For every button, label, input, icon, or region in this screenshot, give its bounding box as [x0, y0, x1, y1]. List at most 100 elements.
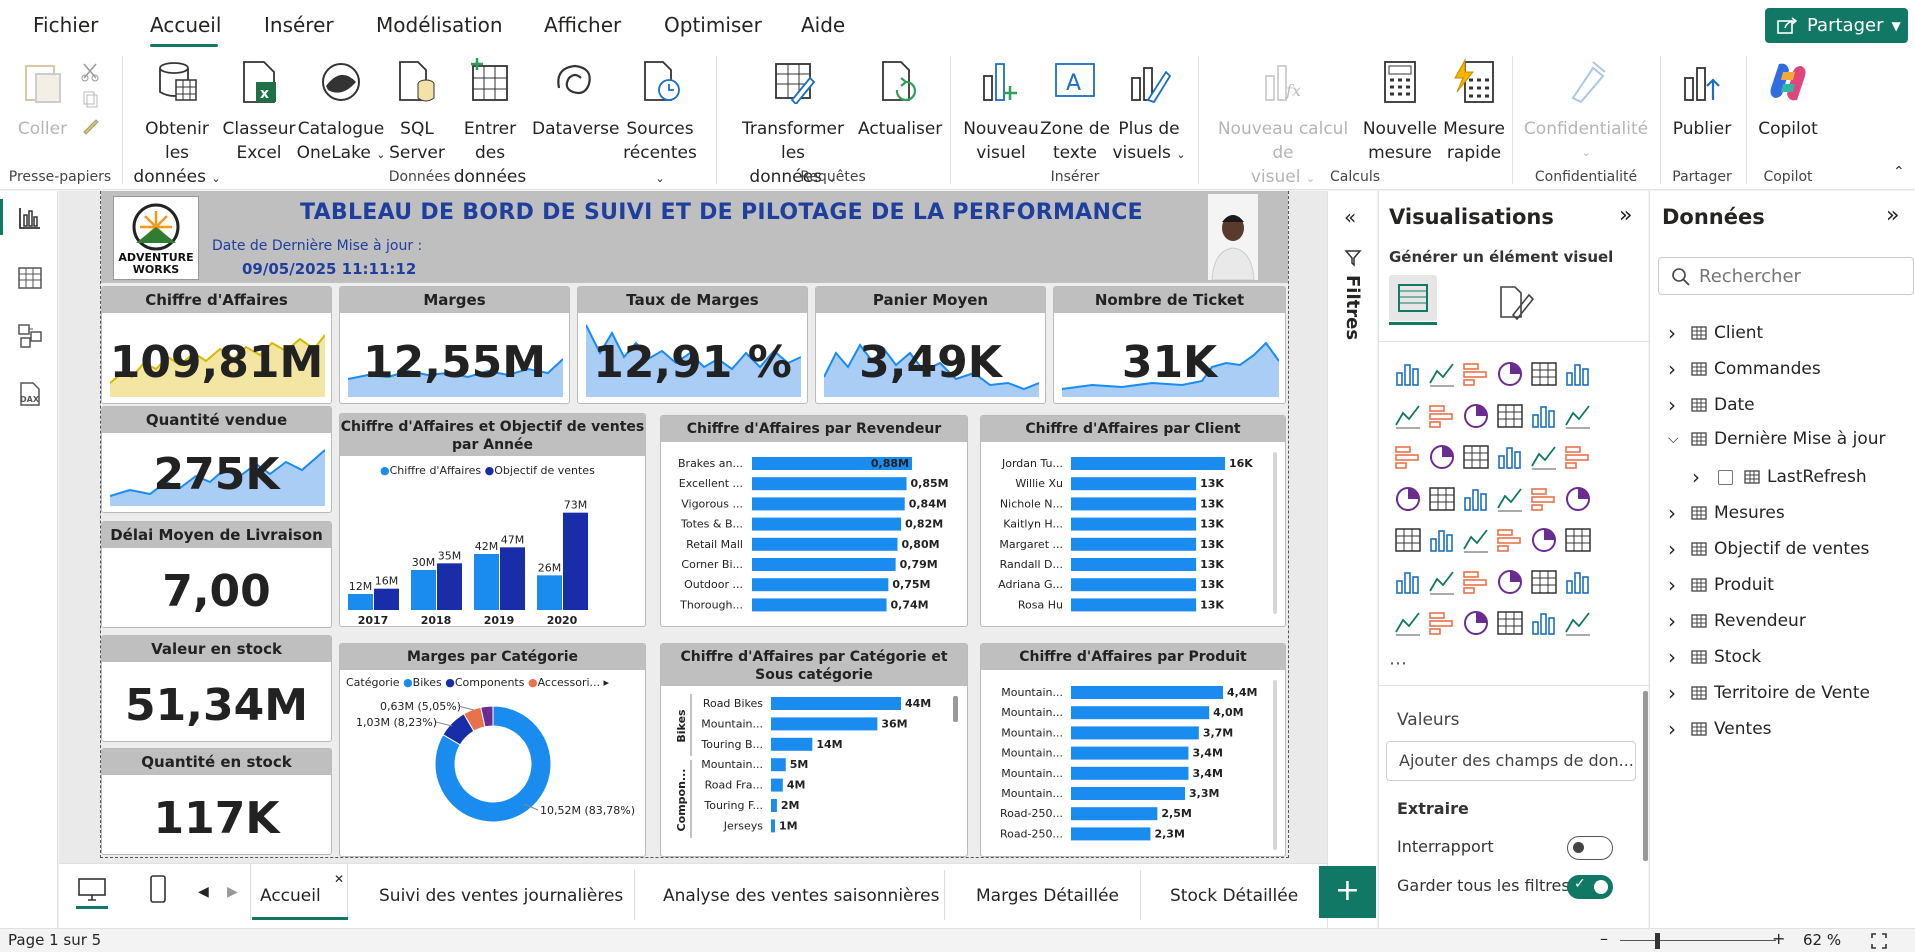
visual-type-icon[interactable]: [1427, 442, 1457, 472]
bar[interactable]: [752, 598, 887, 612]
viz-scrollbar[interactable]: [1643, 691, 1648, 861]
chevron-right-icon[interactable]: ›: [1668, 321, 1684, 345]
visual-type-icon[interactable]: [1529, 608, 1559, 638]
visual-type-icon[interactable]: [1461, 401, 1491, 431]
bar[interactable]: [752, 517, 902, 531]
paste-button[interactable]: Coller: [15, 58, 70, 141]
bar[interactable]: [771, 717, 878, 731]
bar[interactable]: [500, 547, 525, 610]
chart-scrollbar[interactable]: [1273, 452, 1277, 614]
bar[interactable]: [771, 778, 783, 792]
visual-type-icon[interactable]: [1393, 525, 1423, 555]
visual-type-icon[interactable]: [1495, 525, 1525, 555]
visual-type-icon[interactable]: [1563, 359, 1593, 389]
data-table-row[interactable]: ⌵ Dernière Mise à jour: [1668, 429, 1886, 449]
data-table-row[interactable]: › Ventes: [1668, 717, 1772, 741]
collapse-pane-icon[interactable]: »: [1886, 203, 1899, 228]
bar[interactable]: [1071, 497, 1197, 511]
data-table-row[interactable]: › Stock: [1668, 645, 1761, 669]
menu-optimize[interactable]: Optimiser: [664, 13, 762, 37]
visual-type-icon[interactable]: [1461, 525, 1491, 555]
collapse-ribbon-icon[interactable]: ⌃: [1893, 164, 1905, 180]
excel-button[interactable]: x Classeur Excel: [222, 58, 296, 165]
visual-type-icon[interactable]: [1427, 359, 1457, 389]
cross-report-toggle[interactable]: [1567, 836, 1613, 860]
chart-margins-by-category[interactable]: Marges par Catégorie Catégorie ●Bikes ●C…: [339, 643, 646, 857]
chevron-right-icon[interactable]: ›: [1668, 501, 1684, 525]
bar[interactable]: [771, 819, 775, 833]
bar[interactable]: [537, 575, 562, 610]
bar[interactable]: [752, 537, 898, 551]
visual-type-icon[interactable]: [1427, 567, 1457, 597]
chart-revenue-by-subcategory[interactable]: Chiffre d'Affaires par Catégorie et Sous…: [660, 643, 968, 857]
bar[interactable]: [1071, 686, 1223, 699]
data-search-box[interactable]: [1658, 257, 1914, 295]
menu-file[interactable]: Fichier: [33, 13, 98, 37]
chevron-down-icon[interactable]: ⌵: [1668, 431, 1684, 447]
refresh-button[interactable]: Actualiser: [858, 58, 942, 141]
data-table-row[interactable]: › Commandes: [1668, 357, 1821, 381]
chevron-right-icon[interactable]: ›: [1668, 717, 1684, 741]
fit-to-page-icon[interactable]: [1870, 932, 1888, 950]
filters-label[interactable]: Filtres: [1342, 275, 1363, 340]
visual-type-icon[interactable]: [1563, 525, 1593, 555]
bar[interactable]: [563, 512, 588, 610]
collapse-pane-icon[interactable]: »: [1619, 203, 1632, 228]
chevron-right-icon[interactable]: ›: [1668, 573, 1684, 597]
bar[interactable]: [437, 563, 462, 610]
report-view-icon[interactable]: [17, 205, 43, 231]
visual-type-icon[interactable]: [1393, 567, 1423, 597]
data-table-row[interactable]: › Client: [1668, 321, 1763, 345]
visual-type-icon[interactable]: [1427, 525, 1457, 555]
visual-type-icon[interactable]: [1563, 401, 1593, 431]
prev-page-icon[interactable]: ◀: [198, 884, 209, 900]
tab-detailed-margins[interactable]: Marges Détaillée: [976, 886, 1119, 906]
publish-button[interactable]: Publier: [1668, 58, 1736, 141]
bar[interactable]: [1071, 578, 1197, 592]
more-visuals-button[interactable]: Plus de visuels ⌄: [1110, 58, 1188, 167]
new-measure-button[interactable]: Nouvelle mesure: [1358, 58, 1442, 165]
copilot-button[interactable]: Copilot: [1752, 58, 1824, 141]
tab-daily-sales[interactable]: Suivi des ventes journalières: [379, 886, 623, 906]
visual-type-icon[interactable]: [1495, 608, 1525, 638]
table-view-icon[interactable]: [17, 265, 43, 291]
visual-type-icon[interactable]: [1393, 359, 1423, 389]
bar[interactable]: [1071, 706, 1210, 720]
kpi-card-margins[interactable]: Marges 12,55M: [339, 286, 570, 404]
visual-type-icon[interactable]: [1495, 442, 1525, 472]
chart-scrollbar[interactable]: [953, 696, 958, 722]
kpi-card-average-basket[interactable]: Panier Moyen 3,49K: [815, 286, 1046, 404]
visual-type-icon[interactable]: [1495, 359, 1525, 389]
sql-server-button[interactable]: SQL Server: [386, 58, 448, 165]
bar[interactable]: [771, 697, 901, 710]
format-visual-icon[interactable]: [1495, 283, 1535, 323]
visual-type-icon[interactable]: [1461, 484, 1491, 514]
visual-type-icon[interactable]: [1563, 608, 1593, 638]
dax-query-view-icon[interactable]: DAX: [17, 381, 43, 407]
menu-view[interactable]: Afficher: [544, 13, 621, 37]
zoom-in-icon[interactable]: +: [1772, 929, 1785, 948]
menu-insert[interactable]: Insérer: [264, 13, 334, 37]
model-view-icon[interactable]: [17, 323, 43, 349]
kpi-card-margin-rate[interactable]: Taux de Marges 12,91 %: [577, 286, 808, 404]
data-table-row[interactable]: › Revendeur: [1668, 609, 1806, 633]
bar[interactable]: [771, 737, 813, 751]
bar[interactable]: [752, 578, 889, 592]
visual-type-icon[interactable]: [1461, 608, 1491, 638]
tab-detailed-stock[interactable]: Stock Détaillée: [1170, 886, 1298, 906]
kpi-card-stock-quantity[interactable]: Quantité en stock 117K: [101, 748, 332, 855]
visual-type-icon[interactable]: [1495, 401, 1525, 431]
visual-type-icon[interactable]: [1393, 442, 1423, 472]
bar[interactable]: [348, 594, 373, 610]
data-table-row[interactable]: › Objectif de ventes: [1668, 537, 1869, 561]
visual-type-icon[interactable]: [1495, 567, 1525, 597]
visual-type-icon[interactable]: [1393, 484, 1423, 514]
visual-type-icon[interactable]: [1529, 484, 1559, 514]
visual-type-icon[interactable]: [1495, 484, 1525, 514]
bar[interactable]: [1071, 537, 1197, 551]
field-checkbox[interactable]: [1718, 469, 1733, 485]
sensitivity-button[interactable]: Confidentialité ⌄: [1522, 58, 1650, 165]
visual-type-icon[interactable]: [1529, 525, 1559, 555]
kpi-card-stock-value[interactable]: Valeur en stock 51,34M: [101, 635, 332, 742]
bar[interactable]: [474, 554, 499, 610]
